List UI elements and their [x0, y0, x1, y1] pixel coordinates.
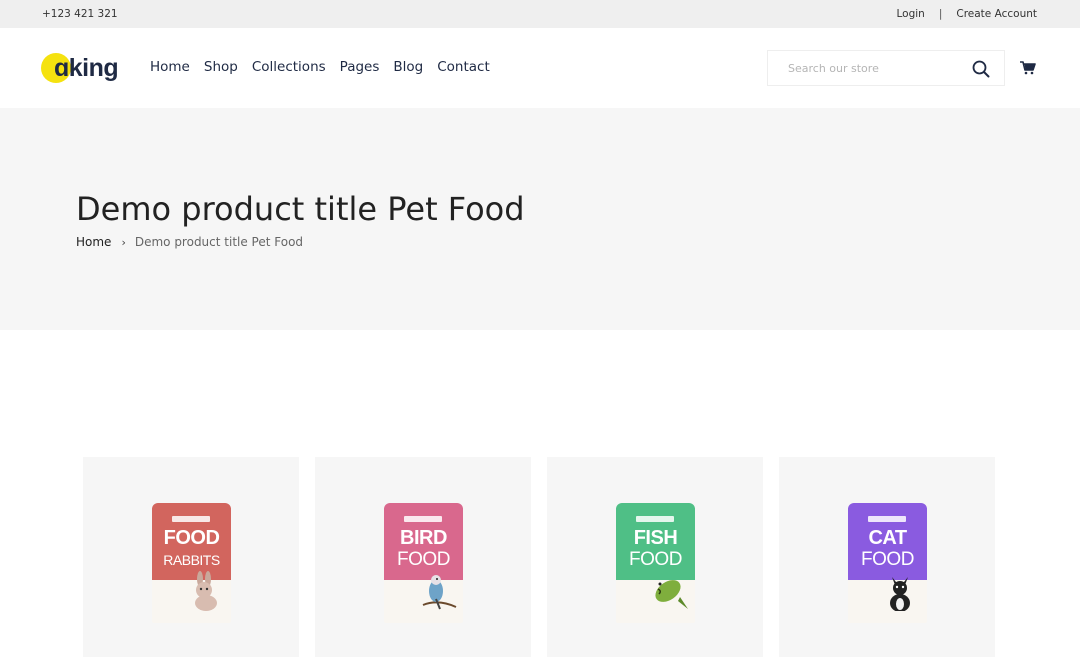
package-label: RABBITS [163, 552, 220, 568]
fish-icon [655, 580, 688, 609]
page-title-banner: Demo product title Pet Food Home › Demo … [0, 108, 1080, 330]
breadcrumb-home-link[interactable]: Home [76, 235, 111, 249]
package-label: BIRD [400, 527, 447, 549]
product-card[interactable]: CAT FOOD [779, 457, 995, 657]
nav-item-shop[interactable]: Shop [204, 59, 238, 75]
phone-number: +123 421 321 [42, 8, 118, 20]
nav-item-pages[interactable]: Pages [340, 59, 380, 75]
search-input[interactable] [768, 51, 964, 85]
top-bar: +123 421 321 Login | Create Account [0, 0, 1080, 28]
login-link[interactable]: Login [897, 8, 925, 20]
package-label: FOOD [163, 527, 220, 549]
product-card[interactable]: FOOD RABBITS [83, 457, 299, 657]
product-image: CAT FOOD [848, 503, 927, 623]
nav-item-blog[interactable]: Blog [393, 59, 423, 75]
chevron-right-icon: › [121, 235, 126, 249]
package-label: CAT [868, 527, 907, 549]
package-label: FOOD [861, 549, 914, 570]
account-links: Login | Create Account [897, 8, 1038, 20]
site-logo[interactable]: ɑking [41, 50, 121, 90]
nav-item-home[interactable]: Home [150, 59, 190, 75]
product-grid: FOOD RABBITS BIRD FOOD FISH FOOD CAT FOO… [83, 457, 995, 657]
breadcrumb-current: Demo product title Pet Food [134, 235, 304, 249]
product-card[interactable]: FISH FOOD [547, 457, 763, 657]
product-card[interactable]: BIRD FOOD [315, 457, 531, 657]
cart-icon[interactable] [1020, 61, 1036, 75]
package-label: FOOD [629, 549, 682, 570]
site-header: ɑking Home Shop Collections Pages Blog C… [0, 28, 1080, 108]
logo-text: ɑking [54, 54, 119, 82]
main-nav: Home Shop Collections Pages Blog Contact [150, 59, 490, 75]
account-links-separator: | [938, 8, 943, 20]
product-image: BIRD FOOD [384, 503, 463, 623]
search-box [767, 50, 1005, 86]
search-icon[interactable] [972, 60, 990, 78]
product-image: FOOD RABBITS [152, 503, 231, 623]
package-label: FOOD [397, 549, 450, 570]
rabbit-icon [195, 571, 217, 611]
package-label: FISH [633, 527, 678, 549]
nav-item-contact[interactable]: Contact [437, 59, 490, 75]
nav-item-collections[interactable]: Collections [252, 59, 326, 75]
breadcrumb: Home › Demo product title Pet Food [76, 235, 303, 249]
page-title: Demo product title Pet Food [76, 190, 525, 228]
bird-icon [422, 575, 457, 610]
cat-icon [890, 577, 910, 611]
product-image: FISH FOOD [616, 503, 695, 623]
create-account-link[interactable]: Create Account [956, 8, 1037, 20]
